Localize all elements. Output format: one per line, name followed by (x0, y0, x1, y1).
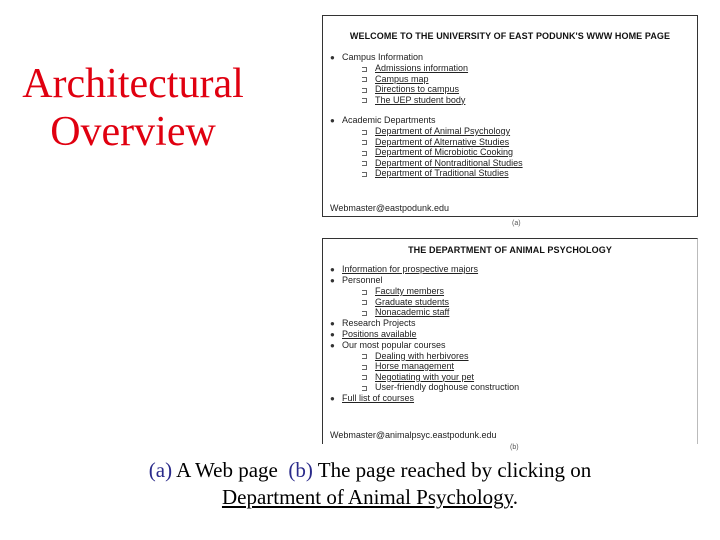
list-item[interactable]: Department of Animal Psychology (362, 126, 697, 137)
square-bullet-icon (362, 289, 367, 295)
square-bullet-icon (362, 129, 367, 135)
bullet-icon: ● (330, 276, 335, 285)
list-item[interactable]: Negotiating with your pet (362, 372, 697, 383)
link-dept-nontraditional-studies[interactable]: Department of Nontraditional Studies (375, 158, 523, 168)
figure-label-a: (a) (512, 220, 521, 227)
square-bullet-icon (362, 385, 367, 391)
doghouse-construction-label: User-friendly doghouse construction (375, 382, 520, 392)
link-uep-student-body[interactable]: The UEP student body (375, 95, 465, 105)
link-graduate-students[interactable]: Graduate students (375, 297, 449, 307)
link-campus-map[interactable]: Campus map (375, 74, 429, 84)
square-bullet-icon (362, 77, 367, 82)
section-popular-courses: ● Our most popular courses Dealing with … (330, 340, 697, 393)
webpage-a-screenshot: WELCOME TO THE UNIVERSITY OF EAST PODUNK… (322, 15, 698, 217)
page-b-list: ● Information for prospective majors ● P… (323, 264, 697, 404)
bullet-icon: ● (330, 116, 335, 125)
section-label: Campus Information (342, 52, 424, 62)
list-item[interactable]: ● Full list of courses (330, 393, 697, 404)
section-personnel: ● Personnel Faculty members Graduate stu… (330, 275, 697, 318)
square-bullet-icon (362, 310, 367, 316)
slide-title-line-2: Overview (50, 109, 216, 155)
list-item[interactable]: Department of Alternative Studies (362, 137, 697, 148)
page-a-heading: WELCOME TO THE UNIVERSITY OF EAST PODUNK… (349, 31, 671, 41)
list-item[interactable]: The UEP student body (362, 95, 697, 106)
link-horse-management[interactable]: Horse management (375, 361, 454, 371)
square-bullet-icon (362, 150, 367, 156)
square-bullet-icon (362, 364, 367, 370)
caption-link-text: Department of Animal Psychology (221, 485, 513, 509)
section-label: Our most popular courses (342, 339, 446, 350)
caption-tag-b: (b) (288, 458, 313, 482)
list-item[interactable]: Graduate students (362, 297, 697, 308)
list-item[interactable]: Department of Nontraditional Studies (362, 158, 697, 169)
link-directions-to-campus[interactable]: Directions to campus (375, 84, 459, 94)
bullet-icon: ● (330, 318, 335, 328)
page-a-footer-email: Webmaster@eastpodunk.edu (330, 203, 450, 213)
square-bullet-icon (362, 375, 367, 380)
figure-label-b: (b) (510, 444, 519, 451)
square-bullet-icon (362, 140, 367, 145)
link-dept-microbiotic-cooking[interactable]: Department of Microbiotic Cooking (375, 147, 513, 157)
caption-end: . (512, 485, 519, 509)
link-faculty-members[interactable]: Faculty members (375, 286, 444, 296)
page-b-footer-email: Webmaster@animalpsyc.eastpodunk.edu (330, 430, 497, 440)
list-item[interactable]: Campus map (362, 74, 697, 85)
square-bullet-icon (362, 161, 367, 166)
list-item[interactable]: Horse management (362, 361, 697, 372)
link-dept-animal-psychology[interactable]: Department of Animal Psychology (375, 126, 510, 136)
link-dealing-with-herbivores[interactable]: Dealing with herbivores (375, 351, 469, 361)
section-academic-departments: ● Academic Departments Department of Ani… (330, 115, 697, 179)
bullet-icon: ● (330, 329, 335, 339)
link-dept-traditional-studies[interactable]: Department of Traditional Studies (375, 168, 509, 178)
link-nonacademic-staff[interactable]: Nonacademic staff (375, 307, 449, 317)
link-dept-alternative-studies[interactable]: Department of Alternative Studies (375, 137, 509, 147)
list-item[interactable]: ● Information for prospective majors (330, 264, 697, 275)
bullet-icon: ● (330, 393, 335, 403)
list-item[interactable]: Department of Microbiotic Cooking (362, 147, 697, 158)
research-projects-label: Research Projects (342, 317, 416, 328)
list-item[interactable]: Dealing with herbivores (362, 351, 697, 362)
caption-text-b: The page reached by clicking on (312, 458, 592, 482)
square-bullet-icon (362, 87, 367, 93)
list-item[interactable]: Admissions information (362, 63, 697, 74)
section-campus-information: ● Campus Information Admissions informat… (330, 52, 697, 105)
caption-text-a: A Web page (172, 458, 289, 482)
list-item[interactable]: Directions to campus (362, 84, 697, 95)
caption-tag-a: (a) (148, 458, 173, 482)
list-item[interactable]: Department of Traditional Studies (362, 168, 697, 179)
list-item: ● Research Projects (330, 318, 697, 329)
link-negotiating-with-pet[interactable]: Negotiating with your pet (375, 372, 474, 382)
link-prospective-majors[interactable]: Information for prospective majors (342, 264, 478, 274)
square-bullet-icon (362, 98, 367, 103)
bullet-icon: ● (330, 340, 335, 350)
bullet-icon: ● (330, 53, 335, 62)
square-bullet-icon (362, 300, 367, 305)
spacer (330, 105, 697, 115)
slide-title-line-1: Architectural (22, 61, 244, 107)
link-positions-available[interactable]: Positions available (342, 329, 417, 339)
link-admissions-information[interactable]: Admissions information (375, 63, 468, 73)
section-label: Academic Departments (342, 115, 436, 125)
list-item: User-friendly doghouse construction (362, 382, 697, 393)
list-item[interactable]: ● Positions available (330, 329, 697, 340)
webpage-b-screenshot: THE DEPARTMENT OF ANIMAL PSYCHOLOGY ● In… (322, 238, 698, 444)
bullet-icon: ● (330, 265, 335, 274)
square-bullet-icon (362, 171, 367, 177)
slide-title: Architectural Overview (8, 60, 258, 156)
page-a-list: ● Campus Information Admissions informat… (323, 52, 697, 179)
square-bullet-icon (362, 66, 367, 72)
link-full-list-of-courses[interactable]: Full list of courses (342, 393, 414, 403)
list-item[interactable]: Nonacademic staff (362, 307, 697, 318)
section-label: Personnel (342, 275, 383, 285)
square-bullet-icon (362, 354, 367, 359)
page-b-heading: THE DEPARTMENT OF ANIMAL PSYCHOLOGY (408, 245, 612, 255)
list-item[interactable]: Faculty members (362, 286, 697, 297)
figure-caption: (a) A Web page (b) The page reached by c… (80, 457, 660, 511)
